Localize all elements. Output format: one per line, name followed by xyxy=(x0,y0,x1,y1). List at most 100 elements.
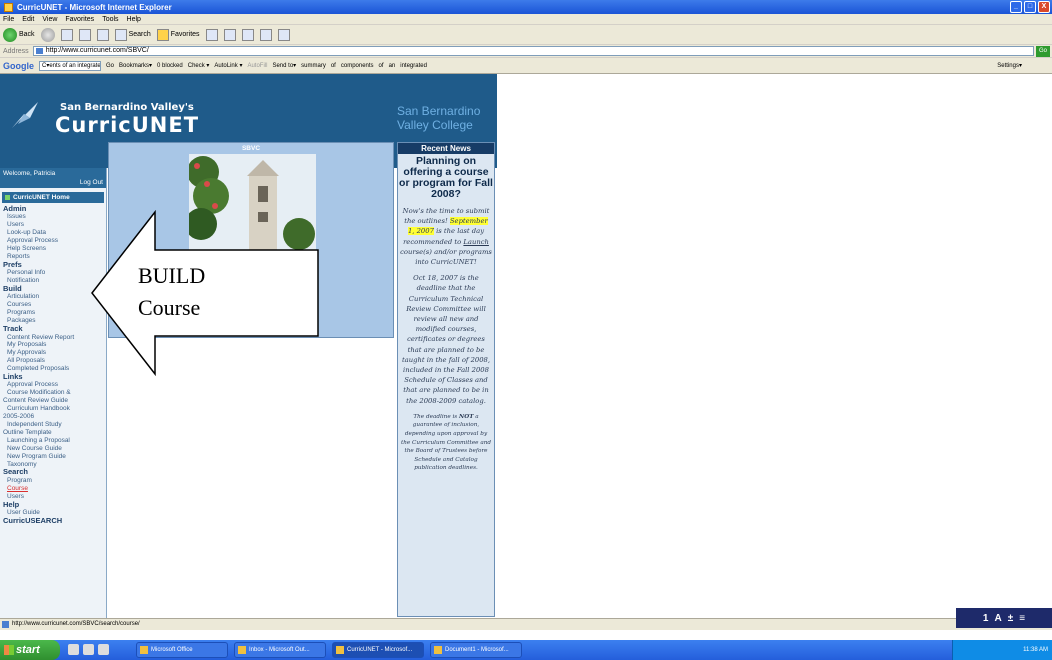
menu-edit[interactable]: Edit xyxy=(22,16,34,23)
home-icon[interactable] xyxy=(96,28,109,41)
callout-line2: Course xyxy=(138,295,201,320)
banner-app-name: CurricUNET xyxy=(55,113,200,137)
langbar-item-a[interactable]: A xyxy=(994,613,1001,624)
language-bar[interactable]: 1 A ± ≡ xyxy=(956,608,1052,628)
google-autofill[interactable]: AutoFill xyxy=(247,63,267,69)
menu-bar: File Edit View Favorites Tools Help xyxy=(0,14,1052,25)
recent-news-panel: Recent News Planning on offering a cours… xyxy=(397,142,495,617)
task-inbox-outlook[interactable]: Inbox - Microsoft Out... xyxy=(234,642,326,658)
back-label: Back xyxy=(19,31,35,38)
launch-link[interactable]: Launch xyxy=(463,238,489,246)
back-arrow-icon xyxy=(3,27,17,42)
window-title: CurricUNET - Microsoft Internet Explorer xyxy=(17,2,172,12)
sidebar-item-program[interactable]: Program xyxy=(3,477,106,485)
sidebar-item-content-review-guide[interactable]: Content Review Guide xyxy=(3,397,106,405)
taskbar: start Microsoft Office Inbox - Microsoft… xyxy=(0,640,1052,660)
sidebar-item-outline-template[interactable]: Outline Template xyxy=(3,429,106,437)
welcome-row: Welcome, Patricia Log Out xyxy=(0,168,106,188)
google-check[interactable]: Check ▾ xyxy=(188,62,210,69)
news-p3-a: The deadline is xyxy=(413,413,458,420)
google-term-components[interactable]: components xyxy=(341,63,374,69)
menu-tools[interactable]: Tools xyxy=(102,16,118,23)
photo-panel-title: SBVC xyxy=(241,145,261,152)
clock[interactable]: 11:38 AM xyxy=(1023,647,1048,653)
search-label: Search xyxy=(128,31,151,38)
close-button[interactable]: X xyxy=(1038,1,1050,13)
langbar-item-1[interactable]: 1 xyxy=(983,613,989,624)
sidebar-item-launching-a-proposal[interactable]: Launching a Proposal xyxy=(3,437,106,445)
google-popup-blocked[interactable]: 0 blocked xyxy=(157,63,183,69)
search-button[interactable]: Search xyxy=(114,28,151,41)
sidebar-item-new-program-guide[interactable]: New Program Guide xyxy=(3,453,106,461)
langbar-item-plusminus[interactable]: ± xyxy=(1008,613,1014,624)
sidebar-item-course-modification[interactable]: Course Modification & xyxy=(3,389,106,397)
google-term-integrated[interactable]: integrated xyxy=(400,63,427,69)
start-button[interactable]: start xyxy=(0,640,60,660)
google-go[interactable]: Go xyxy=(106,63,114,69)
outlook-icon xyxy=(238,646,246,654)
quicklaunch-icon-2[interactable] xyxy=(83,644,94,655)
task-label: Inbox - Microsoft Out... xyxy=(249,647,310,653)
refresh-icon[interactable] xyxy=(78,28,91,41)
sidebar-item-new-course-guide[interactable]: New Course Guide xyxy=(3,445,106,453)
home-icon xyxy=(5,195,10,200)
task-label: Document1 - Microsof... xyxy=(445,647,509,653)
sidebar-item-independent-study[interactable]: Independent Study xyxy=(3,421,106,429)
sidebar-section-help: Help xyxy=(3,499,20,509)
word-icon xyxy=(434,646,442,654)
menu-favorites[interactable]: Favorites xyxy=(65,16,94,23)
home-label: CurricUNET Home xyxy=(13,194,70,201)
menu-file[interactable]: File xyxy=(3,16,14,23)
address-label: Address xyxy=(3,47,29,55)
sidebar-item-2005-2006[interactable]: 2005-2006 xyxy=(3,413,106,421)
news-header: Recent News xyxy=(398,143,494,154)
address-input[interactable]: http://www.curricunet.com/SBVC/ xyxy=(32,46,1034,56)
favorites-button[interactable]: Favorites xyxy=(156,28,200,41)
menu-view[interactable]: View xyxy=(42,16,57,23)
back-button[interactable]: Back xyxy=(3,27,35,42)
minimize-button[interactable]: _ xyxy=(1010,1,1022,13)
sidebar-item-course[interactable]: Course xyxy=(3,485,106,493)
news-p3-not: NOT xyxy=(459,413,474,420)
folder-icon[interactable] xyxy=(277,28,290,41)
menu-help[interactable]: Help xyxy=(127,16,141,23)
college-name-line2: Valley College xyxy=(397,118,473,132)
standard-toolbar: Back Search Favorites xyxy=(0,25,1052,45)
google-term-of[interactable]: of xyxy=(331,63,336,69)
google-autolink[interactable]: AutoLink ▾ xyxy=(214,62,242,69)
quicklaunch-icon-3[interactable] xyxy=(98,644,109,655)
print-icon[interactable] xyxy=(241,28,254,41)
google-logo[interactable]: Google xyxy=(3,61,34,71)
langbar-item-menu[interactable]: ≡ xyxy=(1019,613,1025,624)
sidebar-item-approval-process[interactable]: Approval Process xyxy=(3,381,106,389)
google-search-input[interactable]: C▾ents of an integrated xyxy=(39,60,101,71)
quicklaunch-icon-1[interactable] xyxy=(68,644,79,655)
home-link[interactable]: CurricUNET Home xyxy=(2,192,104,203)
stop-icon[interactable] xyxy=(60,28,73,41)
sidebar-item-curriculum-handbook[interactable]: Curriculum Handbook xyxy=(3,405,106,413)
ie-icon xyxy=(4,2,13,12)
history-icon[interactable] xyxy=(205,28,218,41)
google-bookmarks[interactable]: Bookmarks▾ xyxy=(119,62,152,69)
google-term-of-2[interactable]: of xyxy=(379,63,384,69)
logout-link[interactable]: Log Out xyxy=(80,179,103,186)
go-button[interactable]: Go xyxy=(1036,46,1050,57)
news-p1-c: course(s) and/or programs into CurricUNE… xyxy=(400,247,492,267)
task-curricunet[interactable]: CurricUNET - Microsof... xyxy=(332,642,424,658)
mail-icon[interactable] xyxy=(223,28,236,41)
ie-icon xyxy=(336,646,344,654)
google-settings[interactable]: Settings▾ xyxy=(997,62,1022,69)
system-tray: 11:38 AM xyxy=(952,640,1052,660)
maximize-button[interactable]: □ xyxy=(1024,1,1036,13)
forward-arrow-icon[interactable] xyxy=(40,27,55,42)
google-term-an[interactable]: an xyxy=(389,63,396,69)
build-course-arrow-callout xyxy=(91,210,319,376)
google-term-summary[interactable]: summary xyxy=(301,63,326,69)
edit-icon[interactable] xyxy=(259,28,272,41)
window-title-bar[interactable]: CurricUNET - Microsoft Internet Explorer… xyxy=(0,0,1052,14)
task-document1-word[interactable]: Document1 - Microsof... xyxy=(430,642,522,658)
banner-org-name: San Bernardino Valley's xyxy=(60,102,194,113)
task-label: CurricUNET - Microsof... xyxy=(347,647,413,653)
google-sendto[interactable]: Send to▾ xyxy=(272,62,296,69)
task-microsoft-office[interactable]: Microsoft Office xyxy=(136,642,228,658)
